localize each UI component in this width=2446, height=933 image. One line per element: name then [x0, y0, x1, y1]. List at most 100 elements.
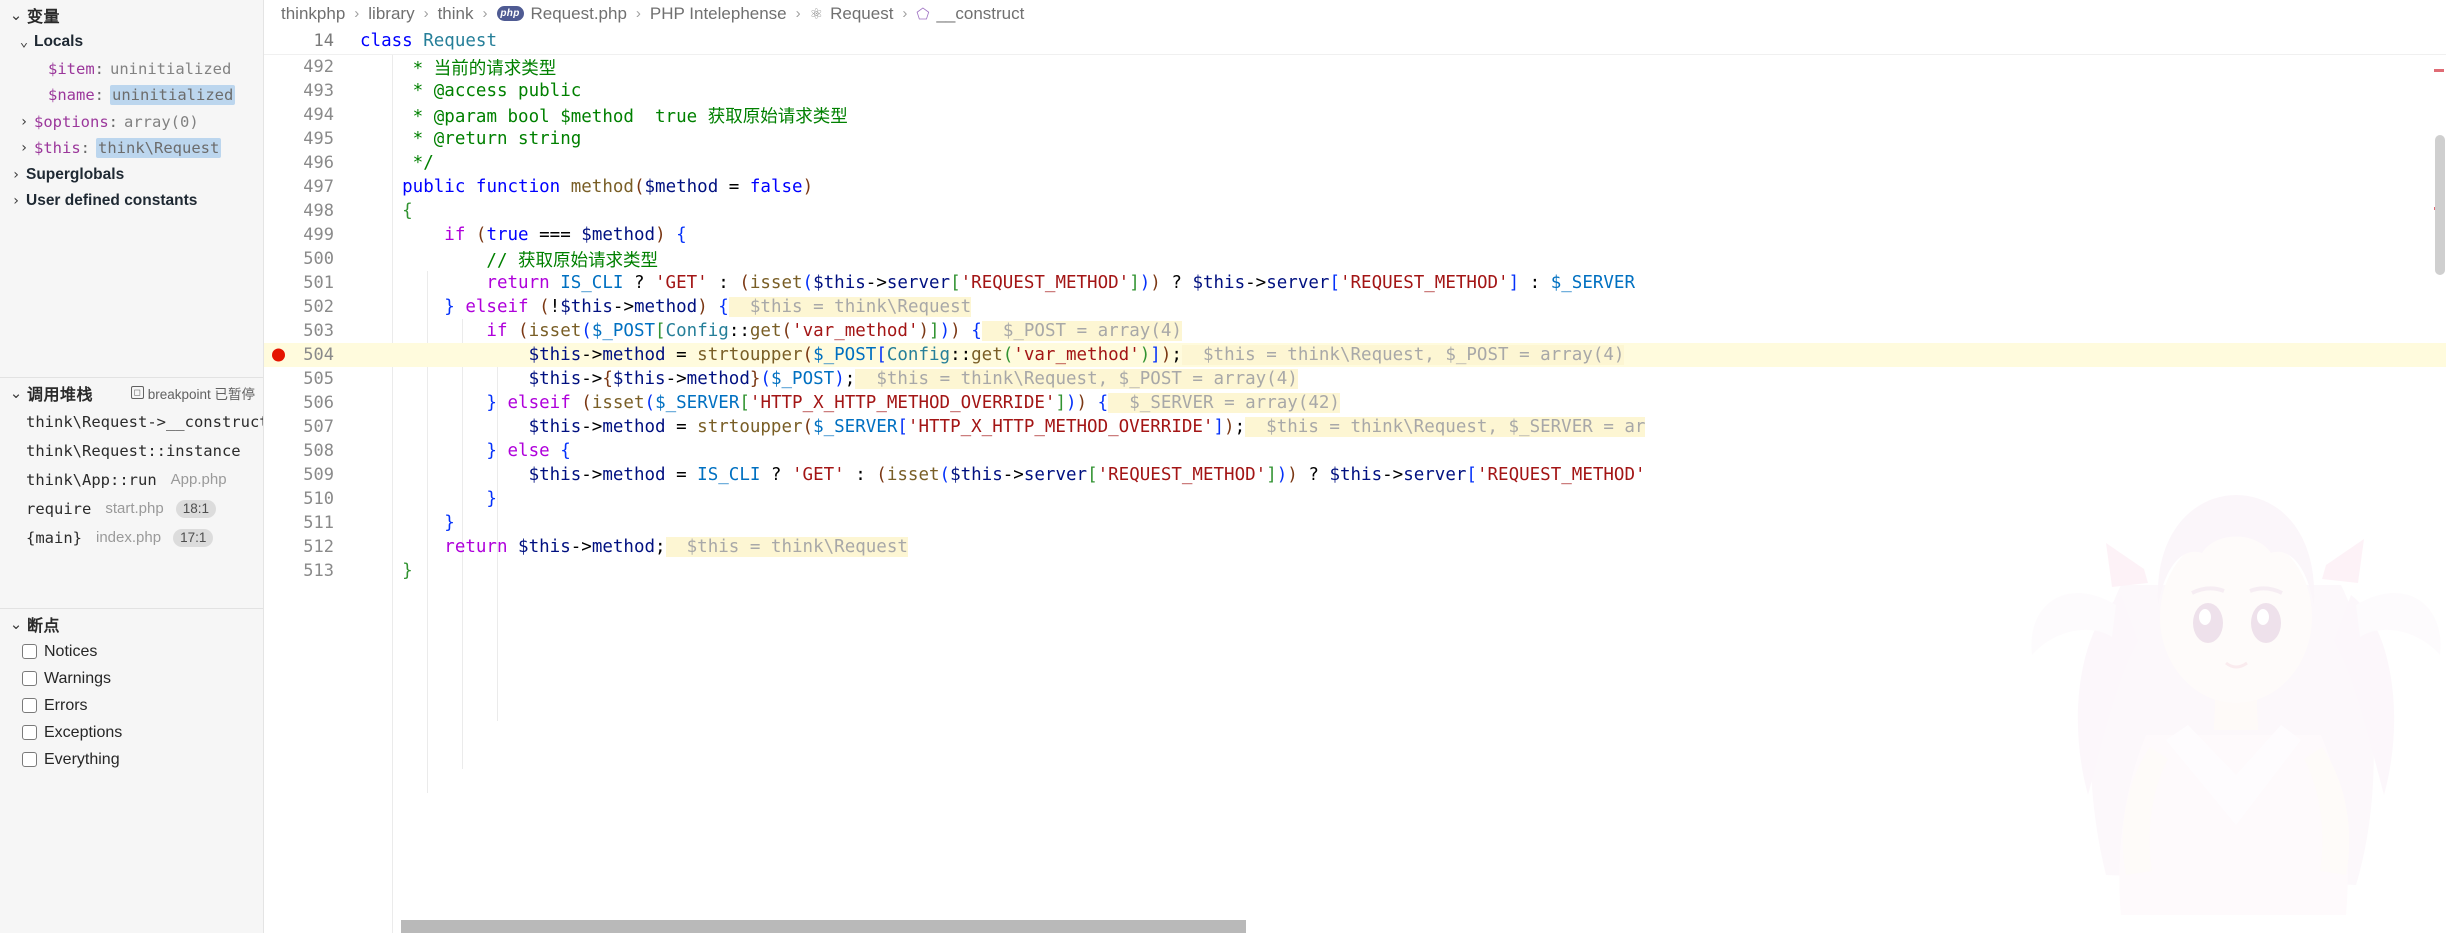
line-number[interactable]: 493: [264, 81, 360, 101]
checkbox-icon[interactable]: [22, 644, 37, 659]
code-line-content[interactable]: * @param bool $method true 获取原始请求类型: [360, 103, 2446, 128]
callstack-frame[interactable]: think\Request->__construct: [0, 407, 263, 436]
code-line-content[interactable]: if (isset($_POST[Config::get('var_method…: [360, 321, 2446, 341]
variable-row[interactable]: › $item: uninitialized: [0, 56, 263, 83]
variables-group-superglobals[interactable]: › Superglobals: [0, 162, 263, 189]
code-line[interactable]: 498 {: [264, 199, 2446, 223]
line-number[interactable]: 506: [264, 393, 360, 413]
chevron-right-icon[interactable]: ›: [6, 167, 26, 183]
code-line[interactable]: 505 $this->{$this->method}($_POST); $thi…: [264, 367, 2446, 391]
variable-row[interactable]: › $name: uninitialized: [0, 82, 263, 109]
code-line[interactable]: 510 }: [264, 487, 2446, 511]
code-line-content[interactable]: }: [360, 561, 2446, 581]
code-line[interactable]: 507 $this->method = strtoupper($_SERVER[…: [264, 415, 2446, 439]
code-line[interactable]: 512 return $this->method; $this = think\…: [264, 535, 2446, 559]
code-lines-container[interactable]: 492 * 当前的请求类型 493 * @access public 494 * @…: [264, 55, 2446, 933]
line-number[interactable]: 500: [264, 249, 360, 269]
code-line-content[interactable]: }: [360, 489, 2446, 509]
chevron-down-icon[interactable]: ⌄: [14, 34, 34, 50]
code-line-content[interactable]: // 获取原始请求类型: [360, 247, 2446, 272]
variables-group-locals[interactable]: ⌄ Locals: [0, 29, 263, 56]
line-number[interactable]: 505: [264, 369, 360, 389]
breadcrumb-item-thinkphp[interactable]: thinkphp: [281, 4, 345, 24]
line-number[interactable]: 513: [264, 561, 360, 581]
code-line[interactable]: 496 */: [264, 151, 2446, 175]
line-number[interactable]: 507: [264, 417, 360, 437]
callstack-frame[interactable]: think\App::run App.php: [0, 465, 263, 494]
line-number[interactable]: 497: [264, 177, 360, 197]
code-line-content[interactable]: } elseif (isset($_SERVER['HTTP_X_HTTP_ME…: [360, 393, 2446, 413]
code-line-content[interactable]: * 当前的请求类型: [360, 55, 2446, 80]
line-number[interactable]: 502: [264, 297, 360, 317]
horizontal-scrollbar[interactable]: [360, 920, 1246, 933]
code-line-content[interactable]: * @access public: [360, 81, 2446, 101]
variable-row[interactable]: › $this: think\Request: [0, 135, 263, 162]
callstack-frame[interactable]: require start.php 18:1: [0, 494, 263, 523]
checkbox-icon[interactable]: [22, 698, 37, 713]
chevron-right-icon[interactable]: ›: [6, 193, 26, 209]
code-line-content[interactable]: return $this->method; $this = think\Requ…: [360, 537, 2446, 557]
breakpoint-item-exceptions[interactable]: Exceptions: [0, 719, 263, 746]
code-line[interactable]: 502 } elseif (!$this->method) { $this = …: [264, 295, 2446, 319]
line-number[interactable]: 496: [264, 153, 360, 173]
code-line-content[interactable]: $this->{$this->method}($_POST); $this = …: [360, 369, 2446, 389]
line-number[interactable]: 499: [264, 225, 360, 245]
code-line-content[interactable]: {: [360, 201, 2446, 221]
code-line[interactable]: 499 if (true === $method) {: [264, 223, 2446, 247]
checkbox-icon[interactable]: [22, 752, 37, 767]
variables-section-header[interactable]: ⌄ 变量: [0, 0, 263, 29]
breadcrumb-item-request-class[interactable]: ⚛ Request: [810, 4, 894, 24]
chevron-down-icon[interactable]: ⌄: [5, 615, 27, 633]
code-line[interactable]: 495 * @return string: [264, 127, 2446, 151]
line-number[interactable]: 508: [264, 441, 360, 461]
breakpoints-section-header[interactable]: ⌄ 断点: [0, 609, 263, 638]
code-line[interactable]: 494 * @param bool $method true 获取原始请求类型: [264, 103, 2446, 127]
code-line-content[interactable]: return IS_CLI ? 'GET' : (isset($this->se…: [360, 273, 2446, 293]
code-line[interactable]: 504 $this->method = strtoupper($_POST[Co…: [264, 343, 2446, 367]
code-line[interactable]: 511 }: [264, 511, 2446, 535]
code-line[interactable]: 493 * @access public: [264, 79, 2446, 103]
code-line-content[interactable]: if (true === $method) {: [360, 225, 2446, 245]
vertical-scrollbar[interactable]: [2432, 55, 2446, 933]
code-line[interactable]: 497 public function method($method = fal…: [264, 175, 2446, 199]
code-line-content[interactable]: */: [360, 153, 2446, 173]
line-number[interactable]: 511: [264, 513, 360, 533]
code-line[interactable]: 501 return IS_CLI ? 'GET' : (isset($this…: [264, 271, 2446, 295]
line-number[interactable]: 512: [264, 537, 360, 557]
checkbox-icon[interactable]: [22, 725, 37, 740]
code-line[interactable]: 503 if (isset($_POST[Config::get('var_me…: [264, 319, 2446, 343]
code-line-content[interactable]: $this->method = strtoupper($_SERVER['HTT…: [360, 417, 2446, 437]
line-number[interactable]: 503: [264, 321, 360, 341]
line-number[interactable]: 498: [264, 201, 360, 221]
chevron-down-icon[interactable]: ⌄: [5, 6, 27, 24]
breadcrumb-item-construct-method[interactable]: ⬠ __construct: [916, 4, 1024, 24]
code-line[interactable]: 500 // 获取原始请求类型: [264, 247, 2446, 271]
horizontal-scrollbar-thumb[interactable]: [401, 920, 1246, 933]
code-line[interactable]: 508 } else {: [264, 439, 2446, 463]
breakpoint-item-notices[interactable]: Notices: [0, 638, 263, 665]
callstack-frame[interactable]: {main} index.php 17:1: [0, 523, 263, 552]
code-line-content[interactable]: }: [360, 513, 2446, 533]
line-number[interactable]: 501: [264, 273, 360, 293]
code-line-content[interactable]: } elseif (!$this->method) { $this = thin…: [360, 297, 2446, 317]
line-number[interactable]: 510: [264, 489, 360, 509]
chevron-down-icon[interactable]: ⌄: [5, 384, 27, 402]
breadcrumb-item-think[interactable]: think: [438, 4, 474, 24]
line-number[interactable]: 495: [264, 129, 360, 149]
callstack-frame[interactable]: think\Request::instance: [0, 436, 263, 465]
line-number[interactable]: 504: [264, 345, 360, 365]
breakpoint-item-everything[interactable]: Everything: [0, 746, 263, 773]
line-number[interactable]: 494: [264, 105, 360, 125]
breadcrumb-item-php-intelephense[interactable]: PHP Intelephense: [650, 4, 787, 24]
code-line[interactable]: 492 * 当前的请求类型: [264, 55, 2446, 79]
breadcrumb-item-library[interactable]: library: [368, 4, 414, 24]
vertical-scrollbar-thumb[interactable]: [2435, 135, 2445, 275]
code-line[interactable]: 506 } elseif (isset($_SERVER['HTTP_X_HTT…: [264, 391, 2446, 415]
breakpoint-item-errors[interactable]: Errors: [0, 692, 263, 719]
breadcrumb-item-request-php[interactable]: php Request.php: [496, 4, 627, 24]
breakpoint-item-warnings[interactable]: Warnings: [0, 665, 263, 692]
code-line-content[interactable]: $this->method = strtoupper($_POST[Config…: [360, 345, 2446, 365]
checkbox-icon[interactable]: [22, 671, 37, 686]
code-line[interactable]: 509 $this->method = IS_CLI ? 'GET' : (is…: [264, 463, 2446, 487]
code-line[interactable]: 513 }: [264, 559, 2446, 583]
